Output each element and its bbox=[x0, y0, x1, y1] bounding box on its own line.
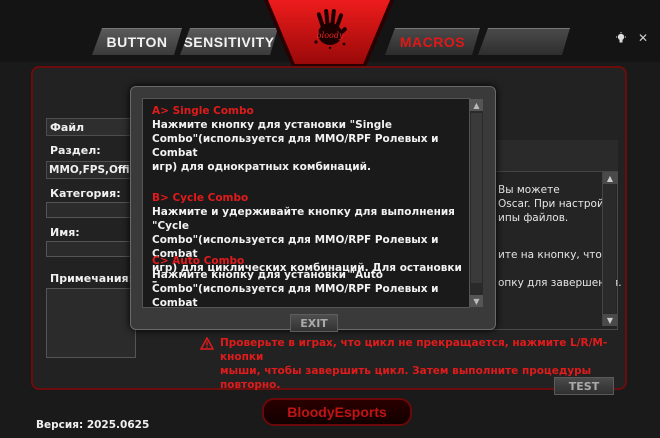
logo-text: bloody bbox=[317, 31, 344, 40]
combo-desc-line: Combo"(используется для MMO/RPF Ролевых … bbox=[152, 133, 439, 159]
name-field[interactable] bbox=[46, 241, 136, 257]
close-icon[interactable]: ✕ bbox=[636, 31, 650, 45]
notes-label: Примечания: bbox=[50, 272, 133, 285]
category-label: Категория: bbox=[50, 187, 121, 200]
tab-sensitivity[interactable]: SENSITIVITY bbox=[180, 28, 278, 55]
description-line: Вы можете bbox=[498, 184, 560, 196]
name-label: Имя: bbox=[50, 226, 80, 239]
category-field[interactable] bbox=[46, 202, 136, 218]
combo-help-scrollbar[interactable]: ▲ ▼ bbox=[470, 99, 483, 307]
combo-title: A> Single Combo bbox=[152, 105, 254, 117]
description-line: Oscar. При настройке bbox=[498, 198, 617, 210]
file-label[interactable]: Файл bbox=[46, 118, 132, 136]
scroll-thumb[interactable] bbox=[471, 113, 482, 283]
combo-desc-line: Нажмите кнопку для установки "Single bbox=[152, 119, 393, 131]
combo-desc-line: игр) для однократных комбинаций. bbox=[152, 161, 371, 173]
warning-line: Проверьте в играх, что цикл не прекращае… bbox=[220, 337, 608, 363]
scroll-down-icon[interactable]: ▼ bbox=[603, 314, 617, 326]
description-line: ипы файлов. bbox=[498, 212, 569, 224]
combo-desc-line: Combo"(используется для MMO/RPF Ролевых … bbox=[152, 283, 439, 309]
description-line: ите на кнопку, чтобы bbox=[498, 249, 617, 261]
scroll-up-icon[interactable]: ▲ bbox=[603, 172, 617, 184]
combo-desc-line: Нажмите и удерживайте кнопку для выполне… bbox=[152, 206, 455, 232]
notes-field[interactable] bbox=[46, 288, 136, 358]
bloody-hand-logo: bloody bbox=[314, 9, 347, 50]
combo-title: B> Cycle Combo bbox=[152, 192, 249, 204]
description-scrollbar[interactable]: ▲ ▼ bbox=[602, 172, 617, 326]
tab-macros[interactable]: MACROS bbox=[385, 28, 480, 55]
section-label: Раздел: bbox=[50, 144, 101, 157]
scroll-down-icon[interactable]: ▼ bbox=[470, 295, 483, 307]
test-button[interactable]: TEST bbox=[554, 377, 614, 395]
lightbulb-icon[interactable] bbox=[614, 31, 628, 45]
bloody-esports-badge[interactable]: BloodyEsports bbox=[262, 398, 412, 426]
exit-button[interactable]: EXIT bbox=[290, 314, 338, 332]
combo-title: C> Auto Combo bbox=[152, 255, 245, 267]
section-value[interactable]: MMO,FPS,Office bbox=[46, 161, 134, 179]
combo-desc-line: Нажмите кнопку для установки "Auto bbox=[152, 269, 383, 281]
combo-auto: C> Auto Combo Нажмите кнопку для установ… bbox=[152, 254, 470, 310]
scroll-up-icon[interactable]: ▲ bbox=[470, 99, 483, 111]
tab-button[interactable]: BUTTON bbox=[92, 28, 182, 55]
tab-blank[interactable] bbox=[478, 28, 570, 55]
description-panel-header bbox=[486, 140, 618, 172]
version-label: Версия: 2025.0625 bbox=[36, 419, 150, 431]
combo-single: A> Single Combo Нажмите кнопку для устан… bbox=[152, 104, 470, 174]
